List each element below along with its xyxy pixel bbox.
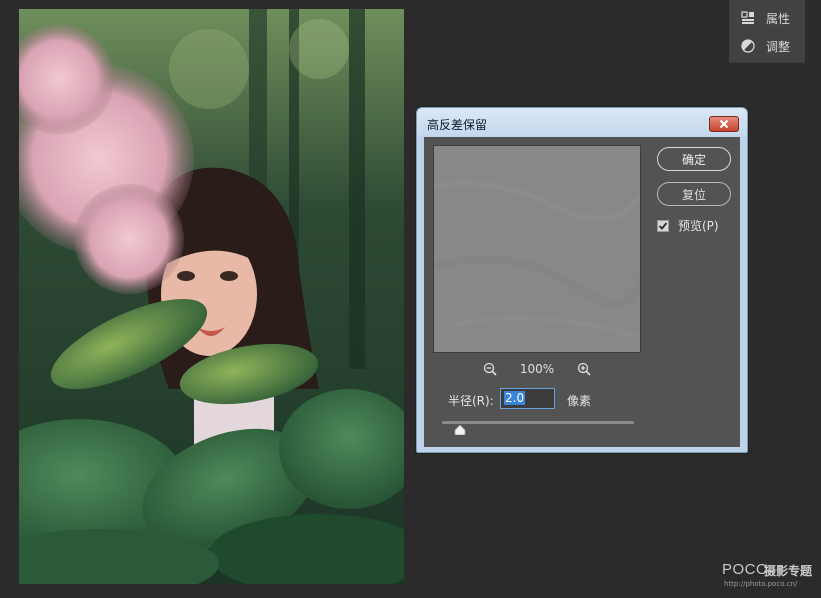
reset-button[interactable]: 复位 [657,182,731,206]
panel-item-adjustments[interactable]: 调整 [729,35,805,57]
zoom-level: 100% [519,362,555,376]
radius-slider-track[interactable] [442,421,634,424]
photo-canvas[interactable] [19,9,404,584]
watermark-brand: POCO [722,561,769,578]
preview-image [433,146,644,352]
filter-preview[interactable] [433,145,644,353]
close-button[interactable] [709,116,739,132]
zoom-in-icon[interactable] [576,361,592,377]
zoom-controls: 100% [433,361,641,377]
panel-item-properties[interactable]: 属性 [729,7,805,29]
watermark-url: http://photo.poco.cn/ [724,580,798,588]
dialog-body: 100% 半径(R): 2.0 像素 确定 复位 预览(P) [424,137,740,447]
radius-unit-label: 像素 [567,394,592,408]
watermark-subtitle: 摄影专题 [764,564,813,578]
close-icon [719,119,729,129]
checkmark-icon [658,221,668,230]
high-pass-dialog: 高反差保留 100% 半径(R): 2.0 像素 确定 复位 预览(P) [416,107,748,453]
panel-item-label: 属性 [766,11,791,26]
radius-value: 2.0 [504,391,526,405]
dialog-titlebar[interactable]: 高反差保留 [417,108,747,136]
radius-slider-thumb[interactable] [454,425,466,435]
adjustments-icon [740,38,756,54]
preview-checkbox[interactable] [657,219,669,232]
ok-button[interactable]: 确定 [657,147,731,171]
panel-item-label: 调整 [766,39,791,54]
radius-input[interactable]: 2.0 [500,388,555,409]
properties-icon [740,10,756,26]
preview-toggle[interactable]: 预览(P) [657,217,719,234]
zoom-out-icon[interactable] [482,361,498,377]
photo-image [19,9,404,584]
preview-label: 预览(P) [678,219,719,233]
dialog-title: 高反差保留 [427,118,488,132]
watermark: POCO 摄影专题 http://photo.poco.cn/ [722,561,814,589]
side-panel: 属性 调整 [729,0,805,63]
radius-label: 半径(R): [448,394,494,408]
